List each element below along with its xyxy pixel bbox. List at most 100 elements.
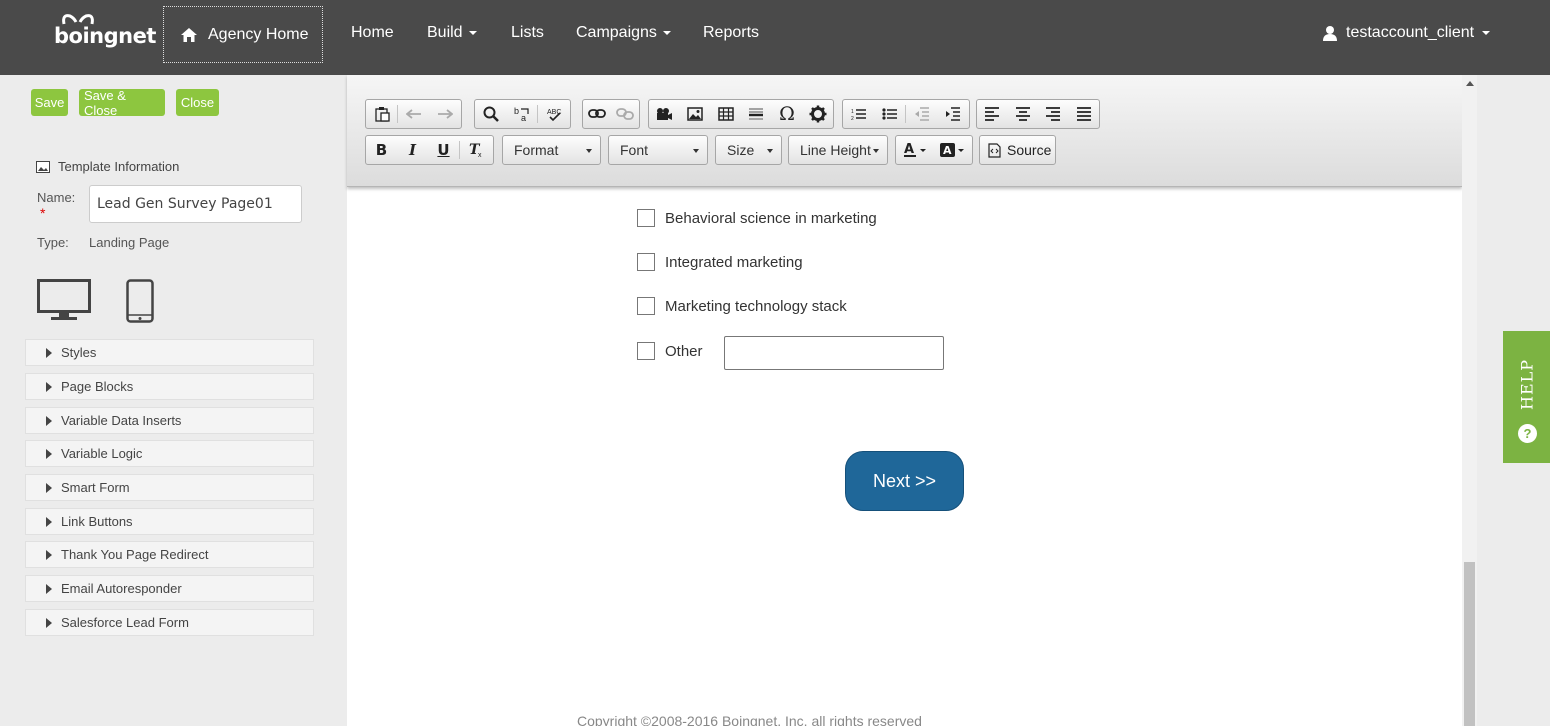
horizontal-rule-icon[interactable] (741, 100, 772, 128)
next-button[interactable]: Next >> (845, 451, 964, 511)
scroll-up-arrow-icon[interactable] (1466, 81, 1474, 86)
mobile-view-icon[interactable] (126, 279, 154, 323)
remove-format-icon[interactable]: Tx (460, 136, 491, 164)
numbered-list-icon[interactable]: 12 (843, 100, 874, 128)
close-button[interactable]: Close (176, 89, 219, 116)
other-text-input[interactable] (724, 336, 944, 370)
agency-home-button[interactable]: Agency Home (163, 6, 323, 63)
line-height-label: Line Height (800, 142, 871, 158)
option-label: Integrated marketing (665, 253, 803, 271)
section-label: Email Autoresponder (61, 581, 182, 596)
align-left-icon[interactable] (977, 100, 1008, 128)
checkbox[interactable] (637, 209, 655, 227)
bold-icon[interactable]: B (366, 136, 397, 164)
spellcheck-icon[interactable]: ABC (538, 100, 569, 128)
align-justify-icon[interactable] (1069, 100, 1100, 128)
gear-icon[interactable] (802, 100, 833, 128)
boingnet-logo[interactable]: boingnet (54, 14, 156, 50)
section-styles[interactable]: Styles (25, 339, 314, 366)
size-label: Size (727, 142, 755, 158)
caret-right-icon (46, 448, 52, 459)
special-char-icon[interactable]: Ω (772, 100, 803, 128)
nav-reports[interactable]: Reports (703, 24, 759, 42)
svg-text:ABC: ABC (547, 109, 561, 116)
section-smart-form[interactable]: Smart Form (25, 474, 314, 501)
chevron-down-icon (693, 149, 699, 153)
bulleted-list-icon[interactable] (874, 100, 905, 128)
section-variable-logic[interactable]: Variable Logic (25, 440, 314, 467)
font-dropdown[interactable]: Font (608, 135, 708, 165)
template-name-input[interactable]: Lead Gen Survey Page01 (89, 185, 302, 223)
option-martech-stack: Marketing technology stack (637, 297, 847, 315)
section-label: Variable Data Inserts (61, 413, 182, 428)
caret-right-icon (46, 482, 52, 493)
toolbar-group-editing: ba ABC (474, 99, 571, 129)
nav-lists[interactable]: Lists (511, 24, 544, 42)
checkbox[interactable] (637, 297, 655, 315)
nav-home[interactable]: Home (351, 24, 394, 42)
table-icon[interactable] (710, 100, 741, 128)
replace-icon[interactable]: ba (506, 100, 537, 128)
caret-right-icon (46, 415, 52, 426)
section-variable-data-inserts[interactable]: Variable Data Inserts (25, 407, 314, 434)
caret-right-icon (46, 381, 52, 392)
line-height-dropdown[interactable]: Line Height (788, 135, 888, 165)
nav-build-label: Build (427, 24, 463, 41)
nav-build[interactable]: Build (427, 24, 477, 42)
link-icon[interactable] (583, 100, 611, 128)
format-dropdown[interactable]: Format (502, 135, 601, 165)
toolbar-group-colors: A A (895, 135, 973, 165)
section-label: Variable Logic (61, 446, 143, 461)
underline-icon[interactable]: U (428, 136, 459, 164)
help-label: HELP (1517, 358, 1537, 410)
size-dropdown[interactable]: Size (715, 135, 782, 165)
caret-right-icon (46, 516, 52, 527)
desktop-view-icon[interactable] (37, 279, 91, 321)
section-link-buttons[interactable]: Link Buttons (25, 508, 314, 535)
search-icon[interactable] (475, 100, 506, 128)
image-insert-icon[interactable] (680, 100, 711, 128)
logo-text: boingnet (54, 24, 156, 48)
section-salesforce-lead-form[interactable]: Salesforce Lead Form (25, 609, 314, 636)
checkbox[interactable] (637, 342, 655, 360)
save-button[interactable]: Save (31, 89, 68, 116)
scrollbar-thumb[interactable] (1464, 562, 1475, 726)
align-center-icon[interactable] (1008, 100, 1039, 128)
section-email-autoresponder[interactable]: Email Autoresponder (25, 575, 314, 602)
type-value: Landing Page (89, 235, 170, 250)
background-color-icon[interactable]: A (933, 136, 970, 164)
chevron-down-icon (873, 149, 879, 153)
video-icon[interactable] (649, 100, 680, 128)
option-integrated-marketing: Integrated marketing (637, 253, 803, 271)
text-color-icon[interactable]: A (896, 136, 933, 164)
section-page-blocks[interactable]: Page Blocks (25, 373, 314, 400)
unlink-icon[interactable] (611, 100, 639, 128)
user-menu[interactable]: testaccount_client (1322, 24, 1491, 42)
italic-icon[interactable]: I (397, 136, 428, 164)
nav-campaigns[interactable]: Campaigns (576, 24, 671, 42)
redo-icon[interactable] (429, 100, 460, 128)
svg-text:b: b (514, 106, 519, 116)
save-close-button[interactable]: Save & Close (79, 88, 165, 118)
user-name: testaccount_client (1346, 24, 1475, 41)
section-thank-you-redirect[interactable]: Thank You Page Redirect (25, 541, 314, 568)
top-navbar: boingnet Agency Home Home Build Lists Ca… (0, 0, 1550, 75)
home-icon (181, 27, 197, 42)
svg-text:2: 2 (851, 116, 854, 121)
undo-icon[interactable] (398, 100, 429, 128)
paste-icon[interactable] (366, 100, 397, 128)
source-button[interactable]: Source (979, 135, 1056, 165)
chevron-down-icon (468, 30, 477, 35)
toolbar-group-clipboard (365, 99, 462, 129)
section-label: Page Blocks (61, 379, 134, 394)
indent-icon[interactable] (937, 100, 968, 128)
option-label: Other (665, 342, 703, 360)
checkbox[interactable] (637, 253, 655, 271)
chevron-down-icon (586, 149, 592, 153)
svg-text:A: A (904, 142, 914, 157)
align-right-icon[interactable] (1038, 100, 1069, 128)
caret-right-icon (46, 549, 52, 560)
font-label: Font (620, 142, 649, 158)
name-label: Name: (37, 190, 76, 205)
outdent-icon[interactable] (906, 100, 937, 128)
